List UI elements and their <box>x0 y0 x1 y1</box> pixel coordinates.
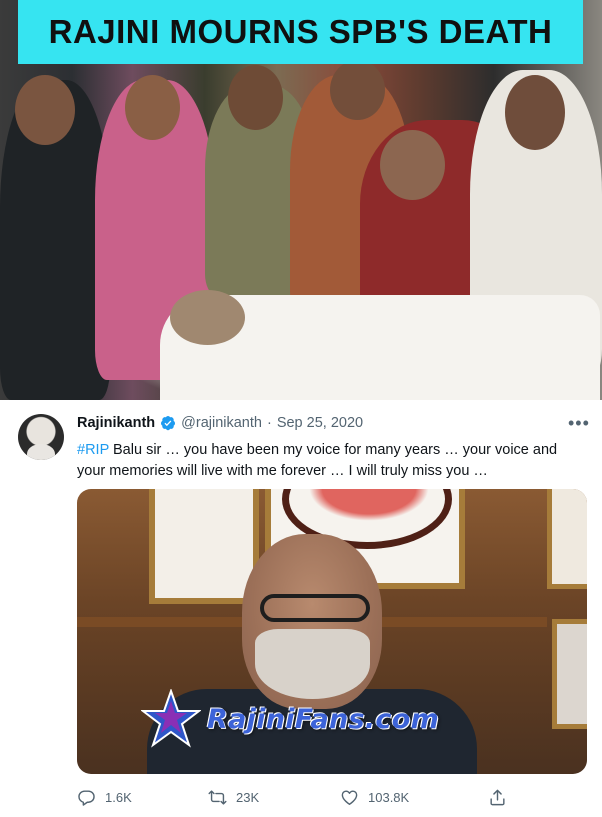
funeral-photo: RAJINI MOURNS SPB'S DEATH <box>0 0 602 400</box>
retweet-button[interactable]: 23K <box>208 788 259 807</box>
watermark-logo: RajiniFans.com <box>141 689 439 749</box>
deceased-face <box>170 290 245 345</box>
reply-button[interactable]: 1.6K <box>77 788 132 807</box>
verified-badge-icon <box>161 416 176 431</box>
share-icon <box>490 789 505 806</box>
headline-text: RAJINI MOURNS SPB'S DEATH <box>48 13 553 50</box>
mourner-face <box>330 60 385 120</box>
like-count: 103.8K <box>368 790 410 805</box>
retweet-icon <box>208 790 227 805</box>
mourner-face <box>228 65 283 130</box>
tweet-media[interactable]: RajiniFans.com <box>77 489 587 774</box>
star-logo-icon <box>141 689 201 748</box>
avatar[interactable] <box>18 414 64 460</box>
retweet-count: 23K <box>236 790 260 805</box>
mourner-face <box>505 75 565 150</box>
tweet-header: Rajinikanth @rajinikanth · Sep 25, 2020 <box>77 415 363 431</box>
tweet-body-text: Balu sir … you have been my voice for ma… <box>77 442 558 479</box>
headline-banner: RAJINI MOURNS SPB'S DEATH <box>18 0 583 64</box>
eyeglasses <box>260 594 370 622</box>
mourner-face <box>380 130 445 200</box>
wall-photo-frame <box>149 489 259 604</box>
mourner-face <box>125 75 180 140</box>
heart-icon <box>341 790 358 805</box>
reply-count: 1.6K <box>105 790 132 805</box>
more-options-icon[interactable]: ••• <box>568 413 590 434</box>
tweet-text: #RIP Balu sir … you have been my voice f… <box>77 440 582 482</box>
tweet-date[interactable]: Sep 25, 2020 <box>277 415 363 431</box>
share-button[interactable] <box>488 788 507 807</box>
wall-photo-frame <box>552 619 587 729</box>
tweet-actions: 1.6K 23K 103.8K <box>77 788 517 810</box>
reply-icon <box>78 790 95 806</box>
user-handle[interactable]: @rajinikanth <box>181 415 262 431</box>
like-button[interactable]: 103.8K <box>340 788 409 807</box>
hashtag-link[interactable]: #RIP <box>77 442 109 458</box>
mourner-face <box>15 75 75 145</box>
separator-dot: · <box>266 415 272 431</box>
watermark-text: RajiniFans.com <box>207 703 439 735</box>
wall-photo-frame <box>547 489 587 589</box>
display-name[interactable]: Rajinikanth <box>77 415 155 431</box>
tweet-card[interactable]: Rajinikanth @rajinikanth · Sep 25, 2020 … <box>0 400 602 817</box>
